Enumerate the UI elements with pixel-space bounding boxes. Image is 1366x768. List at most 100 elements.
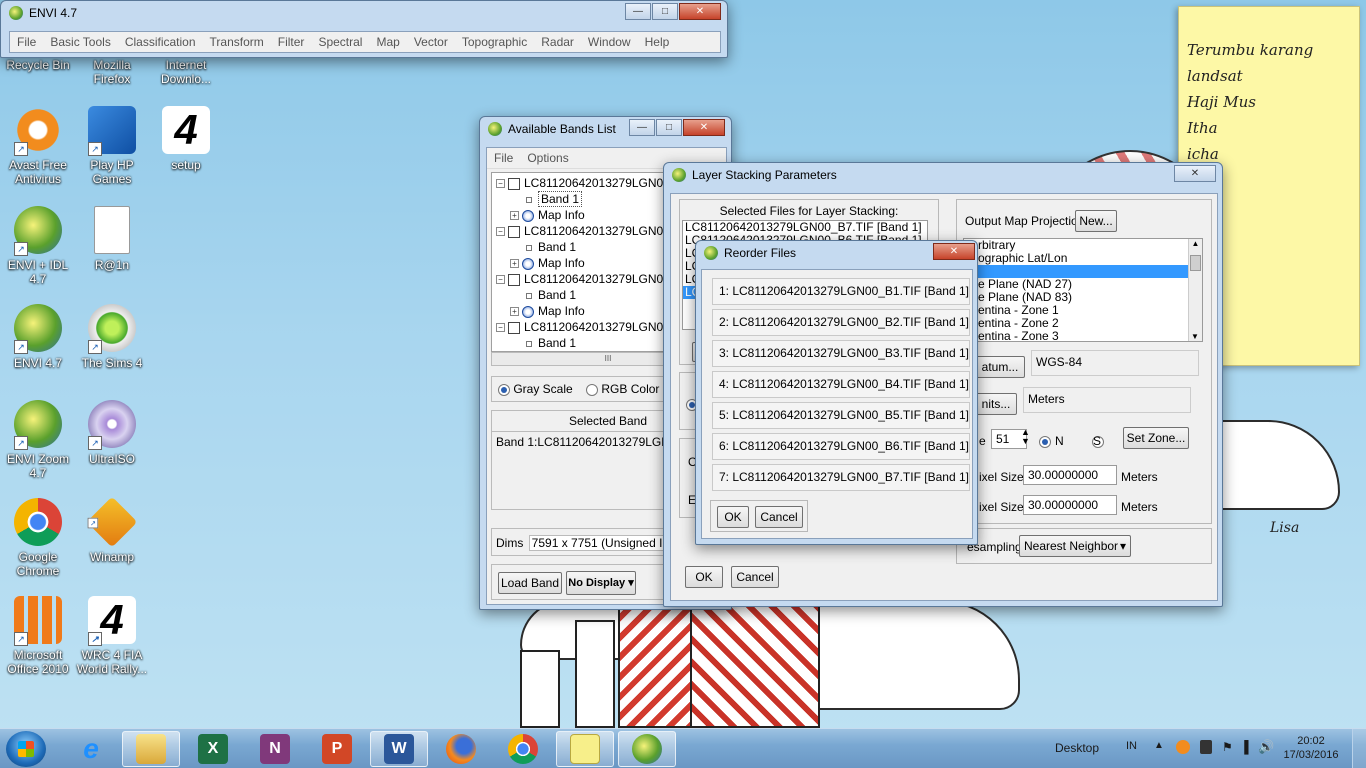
north-radio[interactable]	[1039, 435, 1051, 448]
expand-icon[interactable]: +	[510, 259, 519, 269]
menu-help[interactable]: Help	[638, 35, 677, 49]
menu-topographic[interactable]: Topographic	[455, 35, 534, 49]
desktop-toolbar-label[interactable]: Desktop	[1055, 741, 1099, 755]
display-select[interactable]: No Display ▾	[566, 571, 636, 595]
start-button[interactable]	[6, 731, 46, 767]
close-button[interactable]: ✕	[1174, 165, 1216, 182]
collapse-icon[interactable]: −	[496, 227, 505, 237]
clock[interactable]: 20:02 17/03/2016	[1278, 734, 1344, 762]
expand-icon[interactable]: +	[510, 307, 519, 317]
show-desktop-button[interactable]	[1352, 729, 1366, 768]
load-band-button[interactable]: Load Band	[498, 572, 562, 594]
desktop-icon-chrome[interactable]: Google Chrome	[2, 498, 74, 578]
taskbar-firefox[interactable]	[432, 731, 490, 767]
desktop-icon-envi-idl[interactable]: ↗ ENVI + IDL 4.7	[2, 206, 74, 286]
desktop-icon-firefox[interactable]: Mozilla Firefox	[76, 58, 148, 86]
desktop-icon-ultraiso[interactable]: ↗ UltraISO	[76, 400, 148, 466]
device-tray-icon[interactable]	[1200, 740, 1212, 754]
envi-titlebar[interactable]: ENVI 4.7	[1, 1, 727, 25]
volume-tray-icon[interactable]: 🔊	[1258, 739, 1274, 755]
close-button[interactable]: ✕	[933, 243, 975, 260]
taskbar-explorer[interactable]	[122, 731, 180, 767]
ok-button[interactable]: OK	[685, 566, 723, 588]
projection-scrollbar[interactable]: ▲ ▼	[1188, 239, 1202, 341]
reorder-list-item[interactable]: 1: LC81120642013279LGN00_B1.TIF [Band 1]	[712, 278, 970, 305]
taskbar-chrome[interactable]	[494, 731, 552, 767]
reorder-list-item[interactable]: 2: LC81120642013279LGN00_B2.TIF [Band 1]	[712, 309, 970, 336]
menu-basic-tools[interactable]: Basic Tools	[43, 35, 117, 49]
maximize-button[interactable]: □	[652, 3, 678, 20]
desktop-icon-envi[interactable]: ↗ ENVI 4.7	[2, 304, 74, 370]
scroll-down-icon[interactable]: ▼	[1189, 332, 1201, 341]
grayscale-radio[interactable]	[498, 383, 510, 396]
desktop-icon-rain[interactable]: R@1n	[76, 206, 148, 272]
desktop-icon-recycle-bin[interactable]: Recycle Bin	[2, 58, 74, 72]
desktop-icon-internet-download[interactable]: Internet Downlo...	[150, 58, 222, 86]
menu-vector[interactable]: Vector	[407, 35, 455, 49]
menu-file[interactable]: File	[10, 35, 43, 49]
language-indicator[interactable]: IN	[1126, 740, 1137, 752]
desktop-icon-avast[interactable]: ↗ Avast Free Antivirus	[2, 106, 74, 186]
menu-radar[interactable]: Radar	[534, 35, 581, 49]
taskbar-sticky-notes[interactable]	[556, 731, 614, 767]
projection-item[interactable]: ographic Lat/Lon	[964, 252, 1202, 265]
layer-titlebar[interactable]: Layer Stacking Parameters	[664, 163, 1222, 187]
menu-window[interactable]: Window	[581, 35, 638, 49]
minimize-button[interactable]: —	[629, 119, 655, 136]
close-button[interactable]: ✕	[679, 3, 721, 20]
taskbar-onenote[interactable]: N	[246, 731, 304, 767]
menu-map[interactable]: Map	[369, 35, 406, 49]
reorder-list-item[interactable]: 6: LC81120642013279LGN00_B6.TIF [Band 1]	[712, 433, 970, 460]
taskbar-powerpoint[interactable]: P	[308, 731, 366, 767]
avast-tray-icon[interactable]	[1176, 740, 1190, 754]
set-zone-button[interactable]: Set Zone...	[1123, 427, 1189, 449]
reorder-list-item[interactable]: 5: LC81120642013279LGN00_B5.TIF [Band 1]	[712, 402, 970, 429]
scroll-up-icon[interactable]: ▲	[1189, 239, 1202, 248]
projection-item[interactable]: entina - Zone 3	[964, 330, 1202, 342]
expand-icon[interactable]: +	[510, 211, 519, 221]
tray-expand-icon[interactable]: ▲	[1154, 740, 1164, 751]
pixel-x-input[interactable]: 30.00000000	[1023, 465, 1117, 485]
menu-options[interactable]: Options	[520, 151, 575, 165]
envi-main-window[interactable]: ENVI 4.7 — □ ✕ File Basic Tools Classifi…	[0, 0, 728, 58]
network-tray-icon[interactable]: ▐	[1240, 740, 1249, 754]
datum-button[interactable]: atum...	[975, 356, 1025, 378]
desktop-icon-setup[interactable]: 4 setup	[150, 106, 222, 172]
zone-spinner-icon[interactable]: ▲ ▼	[1021, 428, 1030, 446]
taskbar-envi[interactable]	[618, 731, 676, 767]
cancel-button[interactable]: Cancel	[731, 566, 779, 588]
desktop-icon-office[interactable]: ↗ Microsoft Office 2010	[2, 596, 74, 676]
collapse-icon[interactable]: −	[496, 323, 505, 333]
menu-transform[interactable]: Transform	[203, 35, 271, 49]
reorder-list-item[interactable]: 4: LC81120642013279LGN00_B4.TIF [Band 1]	[712, 371, 970, 398]
units-button[interactable]: nits...	[975, 393, 1017, 415]
scroll-thumb[interactable]	[1190, 255, 1201, 271]
maximize-button[interactable]: □	[656, 119, 682, 136]
minimize-button[interactable]: —	[625, 3, 651, 20]
collapse-icon[interactable]: −	[496, 179, 505, 189]
desktop-icon-sims[interactable]: ↗ The Sims 4	[76, 304, 148, 370]
resampling-select[interactable]: Nearest Neighbor ▾	[1019, 535, 1131, 557]
desktop-icon-envi-zoom[interactable]: ↗ ENVI Zoom 4.7	[2, 400, 74, 480]
desktop-icon-hp-games[interactable]: ↗ Play HP Games	[76, 106, 148, 186]
collapse-icon[interactable]: −	[496, 275, 505, 285]
ok-button[interactable]: OK	[717, 506, 749, 528]
reorder-list-item[interactable]: 7: LC81120642013279LGN00_B7.TIF [Band 1]	[712, 464, 970, 491]
desktop-icon-wrc[interactable]: 4 ↗ WRC 4 FIA World Rally...	[76, 596, 148, 676]
reorder-files-dialog[interactable]: Reorder Files ✕ 1: LC81120642013279LGN00…	[695, 240, 978, 545]
taskbar-word[interactable]: W	[370, 731, 428, 767]
reorder-list-item[interactable]: 3: LC81120642013279LGN00_B3.TIF [Band 1]	[712, 340, 970, 367]
menu-filter[interactable]: Filter	[271, 35, 312, 49]
close-button[interactable]: ✕	[683, 119, 725, 136]
cancel-button[interactable]: Cancel	[755, 506, 803, 528]
taskbar-excel[interactable]: X	[184, 731, 242, 767]
rgb-radio[interactable]	[586, 383, 599, 396]
new-projection-button[interactable]: New...	[1075, 210, 1117, 232]
pixel-y-input[interactable]: 30.00000000	[1023, 495, 1117, 515]
desktop-icon-winamp[interactable]: ↗ Winamp	[76, 496, 148, 564]
menu-spectral[interactable]: Spectral	[311, 35, 369, 49]
menu-classification[interactable]: Classification	[118, 35, 203, 49]
flag-tray-icon[interactable]: ⚑	[1222, 740, 1233, 754]
taskbar-ie[interactable]: e	[62, 731, 120, 767]
scroll-thumb[interactable]: III	[605, 354, 612, 363]
